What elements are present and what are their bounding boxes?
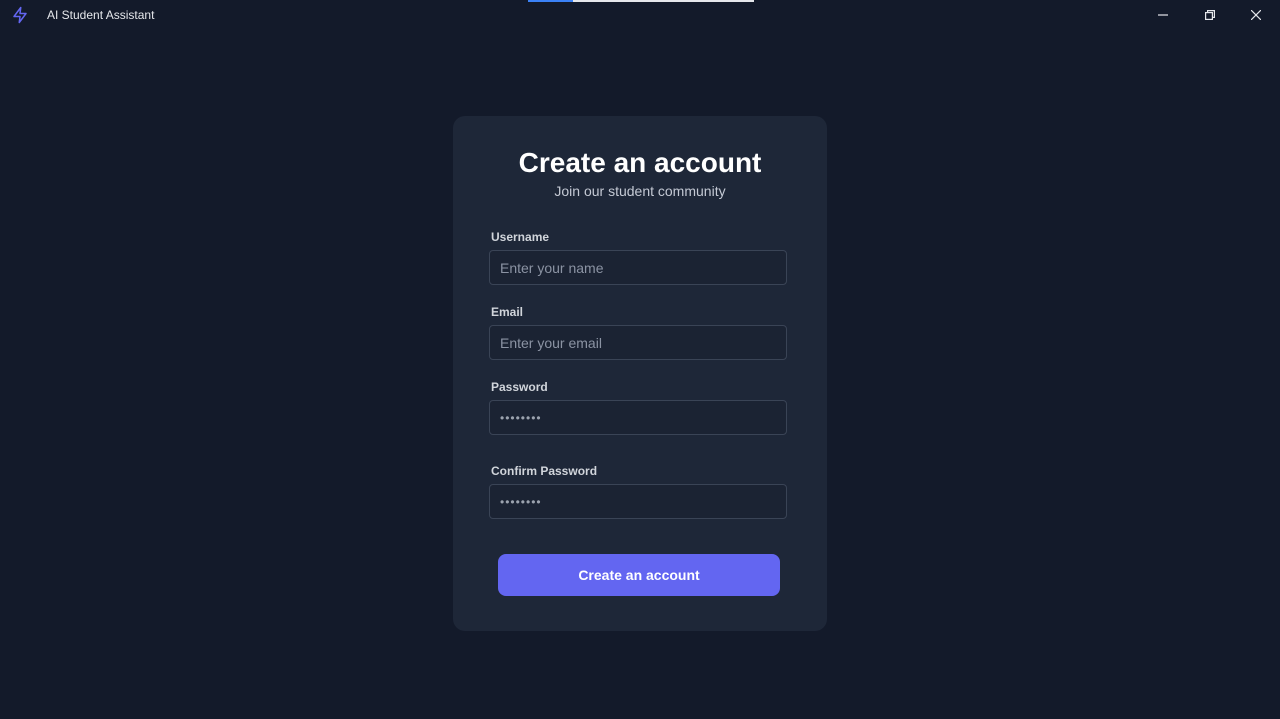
username-label: Username [491,230,550,244]
app-title: AI Student Assistant [47,8,155,22]
loading-progress-fill [528,0,574,2]
confirm-password-label: Confirm Password [491,464,598,478]
confirm-password-input[interactable] [489,484,787,519]
form-title: Create an account [518,147,762,178]
minimize-icon [1158,10,1168,20]
restore-icon [1205,10,1215,20]
lightning-icon [11,6,29,24]
email-label: Email [491,305,524,319]
app-window: AI Student Assistant Create an account J… [0,0,1280,719]
password-label: Password [491,380,548,394]
loading-progress-bar [528,0,754,2]
close-icon [1251,10,1261,20]
email-input[interactable] [489,325,787,360]
close-button[interactable] [1233,0,1279,30]
create-account-button[interactable]: Create an account [498,554,780,596]
restore-button[interactable] [1187,0,1233,30]
password-input[interactable] [489,400,787,435]
username-input[interactable] [489,250,787,285]
signup-card: Create an account Join our student commu… [453,116,827,631]
minimize-button[interactable] [1140,0,1186,30]
form-subtitle: Join our student community [554,183,726,199]
title-bar: AI Student Assistant [0,0,1280,30]
